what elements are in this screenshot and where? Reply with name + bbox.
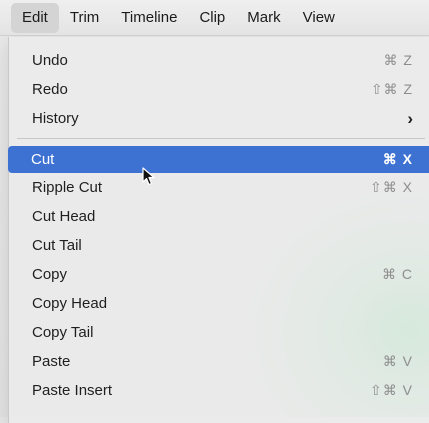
menu-item-label: Copy Head bbox=[32, 295, 108, 312]
menu-item-label: Cut Tail bbox=[32, 237, 82, 254]
menu-item-label: Paste Insert bbox=[32, 382, 113, 399]
menu-item-label: Undo bbox=[32, 52, 68, 69]
menu-item-label: Paste bbox=[32, 353, 71, 370]
menu-item-history[interactable]: History › bbox=[9, 104, 429, 133]
mouse-pointer-icon bbox=[142, 167, 155, 186]
menu-item-copy[interactable]: Copy ⌘ C bbox=[9, 260, 429, 289]
menu-item-ripple-cut[interactable]: Ripple Cut ⇧⌘ X bbox=[9, 173, 429, 202]
menu-item-redo[interactable]: Redo ⇧⌘ Z bbox=[9, 75, 429, 104]
menu-item-cut-head[interactable]: Cut Head bbox=[9, 202, 429, 231]
chevron-right-icon: › bbox=[407, 108, 413, 128]
menu-separator bbox=[17, 138, 425, 139]
menu-item-label: History bbox=[32, 110, 79, 127]
menu-item-label: Copy Tail bbox=[32, 324, 94, 341]
shortcut-text: ⌘ V bbox=[382, 353, 413, 369]
menu-item-copy-head[interactable]: Copy Head bbox=[9, 289, 429, 318]
menu-item-paste-insert[interactable]: Paste Insert ⇧⌘ V bbox=[9, 376, 429, 405]
menu-timeline[interactable]: Timeline bbox=[110, 3, 188, 33]
menu-trim[interactable]: Trim bbox=[59, 3, 110, 33]
menu-edit[interactable]: Edit bbox=[11, 2, 59, 33]
shortcut-text: ⌘ Z bbox=[383, 52, 413, 68]
menu-bar: Edit Trim Timeline Clip Mark View bbox=[0, 0, 429, 36]
menu-mark[interactable]: Mark bbox=[236, 3, 291, 33]
menu-item-label: Ripple Cut bbox=[32, 179, 103, 196]
menu-item-cut[interactable]: Cut ⌘ X bbox=[8, 146, 429, 173]
menu-item-label: Redo bbox=[32, 81, 68, 98]
menu-item-label: Copy bbox=[32, 266, 68, 283]
menu-item-cut-tail[interactable]: Cut Tail bbox=[9, 231, 429, 260]
menu-item-copy-tail[interactable]: Copy Tail bbox=[9, 318, 429, 347]
shortcut-text: ⇧⌘ V bbox=[370, 382, 413, 398]
shortcut-text: ⇧⌘ Z bbox=[370, 81, 413, 97]
shortcut-text: ⇧⌘ X bbox=[370, 179, 413, 195]
shortcut-text: ⌘ X bbox=[382, 151, 413, 167]
menu-item-label: Cut bbox=[31, 151, 55, 168]
shortcut-text: ⌘ C bbox=[382, 266, 413, 282]
menu-clip[interactable]: Clip bbox=[188, 3, 236, 33]
menu-view[interactable]: View bbox=[292, 3, 346, 33]
menu-item-label: Cut Head bbox=[32, 208, 96, 225]
edit-dropdown-menu: Undo ⌘ Z Redo ⇧⌘ Z History › Cut ⌘ X Rip… bbox=[8, 37, 429, 423]
menu-item-paste[interactable]: Paste ⌘ V bbox=[9, 347, 429, 376]
menu-item-undo[interactable]: Undo ⌘ Z bbox=[9, 46, 429, 75]
